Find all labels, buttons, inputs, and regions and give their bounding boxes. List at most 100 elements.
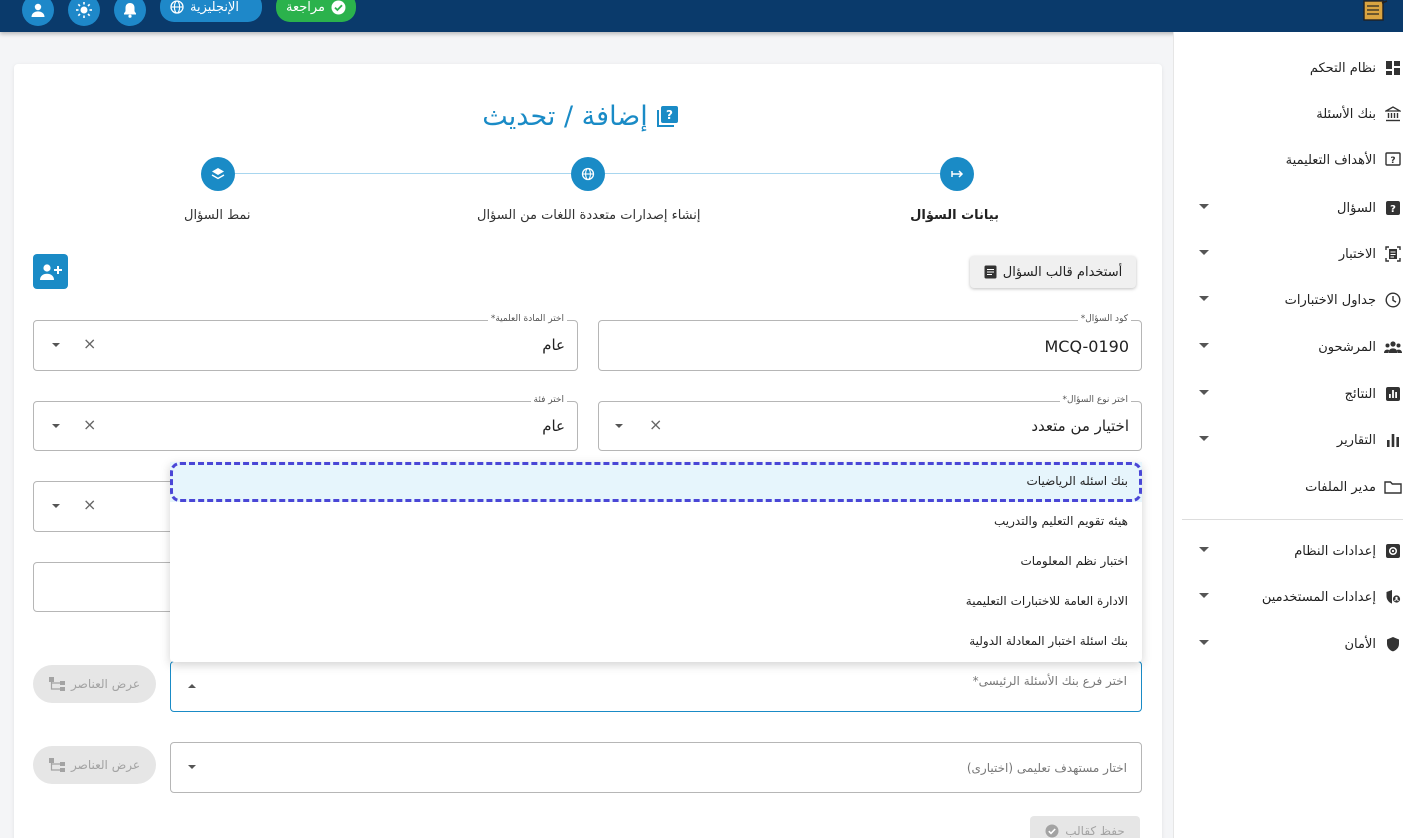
chevron-down-icon[interactable] [52, 343, 60, 347]
chevron-down-icon[interactable] [52, 504, 60, 508]
sidebar-item-label: الأهداف التعليمية [1285, 152, 1376, 168]
sidebar-divider [1182, 519, 1403, 520]
step-3-label[interactable]: نمط السؤال [184, 208, 251, 223]
chevron-down-icon[interactable] [1199, 343, 1209, 348]
document-icon [984, 265, 997, 279]
language-toggle-button[interactable]: الإنجليزية [160, 0, 262, 22]
layers-icon [211, 168, 225, 180]
category-select[interactable]: اختر فئة عام × [33, 395, 578, 451]
hierarchy-icon [49, 758, 66, 772]
sidebar-item[interactable]: مدير الملفات [1174, 472, 1403, 502]
sidebar-item[interactable]: الأمان [1174, 629, 1403, 659]
stepper-line [235, 173, 571, 174]
subject-select[interactable]: اختر المادة العلمية* عام × [33, 314, 578, 371]
question-type-value: اختيار من متعدد [1031, 417, 1129, 435]
svg-text:?: ? [666, 108, 673, 122]
dropdown-option[interactable]: الادارة العامة للاختبارات التعليمية [170, 582, 1142, 622]
chevron-down-icon[interactable] [1199, 296, 1209, 301]
user-icon[interactable] [22, 0, 54, 26]
review-label: مراجعة [286, 0, 326, 15]
question-box-icon: ? [656, 106, 678, 127]
step-2-label[interactable]: إنشاء إصدارات متعددة اللغات من السؤال [477, 208, 701, 223]
bell-icon[interactable] [114, 0, 146, 26]
step-2-dot[interactable] [571, 157, 605, 191]
clear-icon[interactable]: × [83, 334, 96, 354]
chevron-down-icon[interactable] [1199, 390, 1209, 395]
chevron-up-icon[interactable] [188, 684, 196, 688]
view-elements-button[interactable]: عرض العناصر [33, 665, 156, 703]
dashboard-icon [1383, 58, 1403, 78]
user-shield-icon [1383, 587, 1403, 607]
selection-highlight [170, 462, 1142, 502]
template-button-label: أستخدام قالب السؤال [1002, 264, 1123, 280]
sidebar-item-label: جداول الاختبارات [1284, 292, 1376, 308]
chevron-down-icon[interactable] [615, 424, 623, 428]
sidebar-item[interactable]: النتائج [1174, 379, 1403, 409]
chevron-down-icon[interactable] [188, 765, 196, 769]
step-3-dot[interactable] [201, 157, 235, 191]
learning-target-select[interactable]: اختار مستهدف تعليمى (اختيارى) [170, 742, 1142, 793]
bank-branch-placeholder: اختر فرع بنك الأسئلة الرئيسى* [972, 674, 1127, 688]
brightness-icon[interactable] [68, 0, 100, 26]
clear-icon[interactable]: × [83, 415, 96, 435]
sidebar-item[interactable]: نظام التحكم [1174, 53, 1403, 83]
chevron-down-icon[interactable] [1199, 593, 1209, 598]
svg-text:?: ? [1390, 156, 1395, 166]
sidebar-item[interactable]: ? السؤال [1174, 193, 1403, 223]
chevron-down-icon[interactable] [1199, 547, 1209, 552]
check-circle-icon [331, 0, 346, 14]
subject-value: عام [542, 336, 565, 354]
view-elements-label: عرض العناصر [71, 677, 140, 691]
learning-target-placeholder: اختار مستهدف تعليمى (اختيارى) [966, 761, 1127, 775]
dropdown-option[interactable]: بنك اسئلة اختبار المعادلة الدولية [170, 622, 1142, 662]
results-icon [1383, 384, 1403, 404]
settings-icon [1383, 541, 1403, 561]
review-status-badge[interactable]: مراجعة [276, 0, 356, 22]
chevron-down-icon[interactable] [1199, 436, 1209, 441]
dropdown-option[interactable]: هيئه تقويم التعليم والتدريب [170, 502, 1142, 542]
sidebar-item[interactable]: إعدادات النظام [1174, 536, 1403, 566]
clear-icon[interactable]: × [83, 495, 96, 515]
sidebar-item-label: السؤال [1337, 200, 1376, 216]
question-box-icon: ? [1383, 150, 1403, 170]
sidebar-item-label: نظام التحكم [1309, 60, 1376, 76]
dropdown-option-label: اختبار نظم المعلومات [1020, 554, 1128, 568]
sidebar-item[interactable]: إعدادات المستخدمين [1174, 582, 1403, 612]
chevron-down-icon[interactable] [1199, 640, 1209, 645]
step-1-dot[interactable] [940, 157, 974, 191]
check-circle-icon [1045, 824, 1059, 838]
view-elements-button[interactable]: عرض العناصر [33, 746, 156, 784]
sidebar-item[interactable]: ? الأهداف التعليمية [1174, 145, 1403, 175]
clear-icon[interactable]: × [649, 415, 662, 435]
arrow-right-icon [951, 170, 964, 178]
chevron-down-icon[interactable] [1199, 204, 1209, 209]
category-value: عام [542, 417, 565, 435]
sidebar-item-label: إعدادات النظام [1294, 543, 1376, 559]
page-title: ? إضافة / تحديث [476, 96, 686, 136]
chevron-down-icon[interactable] [52, 424, 60, 428]
add-user-button[interactable] [33, 254, 68, 289]
sidebar-item[interactable]: جداول الاختبارات [1174, 285, 1403, 315]
question-code-field[interactable]: كود السؤال* MCQ-0190 [598, 314, 1142, 371]
step-1-label[interactable]: بيانات السؤال [910, 208, 999, 223]
save-as-template-button[interactable]: حفظ كقالب [1030, 816, 1140, 838]
sidebar-item[interactable]: التقارير [1174, 425, 1403, 455]
dropdown-option[interactable]: بنك اسئله الرياضيات [170, 462, 1142, 502]
app-logo[interactable] [1362, 0, 1388, 22]
globe-icon [581, 167, 595, 181]
question-type-select[interactable]: اختر نوع السؤال* اختيار من متعدد × [598, 395, 1142, 451]
sidebar-item[interactable]: المرشحون [1174, 332, 1403, 362]
sidebar-item[interactable]: الاختبار [1174, 239, 1403, 269]
hierarchy-icon [49, 677, 66, 691]
globe-icon [170, 0, 184, 14]
sidebar-item-label: إعدادات المستخدمين [1261, 589, 1376, 605]
chevron-down-icon[interactable] [1199, 250, 1209, 255]
sidebar-item-label: مدير الملفات [1305, 479, 1376, 495]
sidebar-item[interactable]: بنك الأسئلة [1174, 99, 1403, 129]
question-icon: ? [1383, 198, 1403, 218]
use-template-button[interactable]: أستخدام قالب السؤال [970, 256, 1136, 288]
shield-icon [1383, 634, 1403, 654]
sidebar-item-label: الاختبار [1338, 246, 1376, 262]
dropdown-option[interactable]: اختبار نظم المعلومات [170, 542, 1142, 582]
bank-branch-select[interactable]: اختر فرع بنك الأسئلة الرئيسى* [170, 661, 1142, 712]
